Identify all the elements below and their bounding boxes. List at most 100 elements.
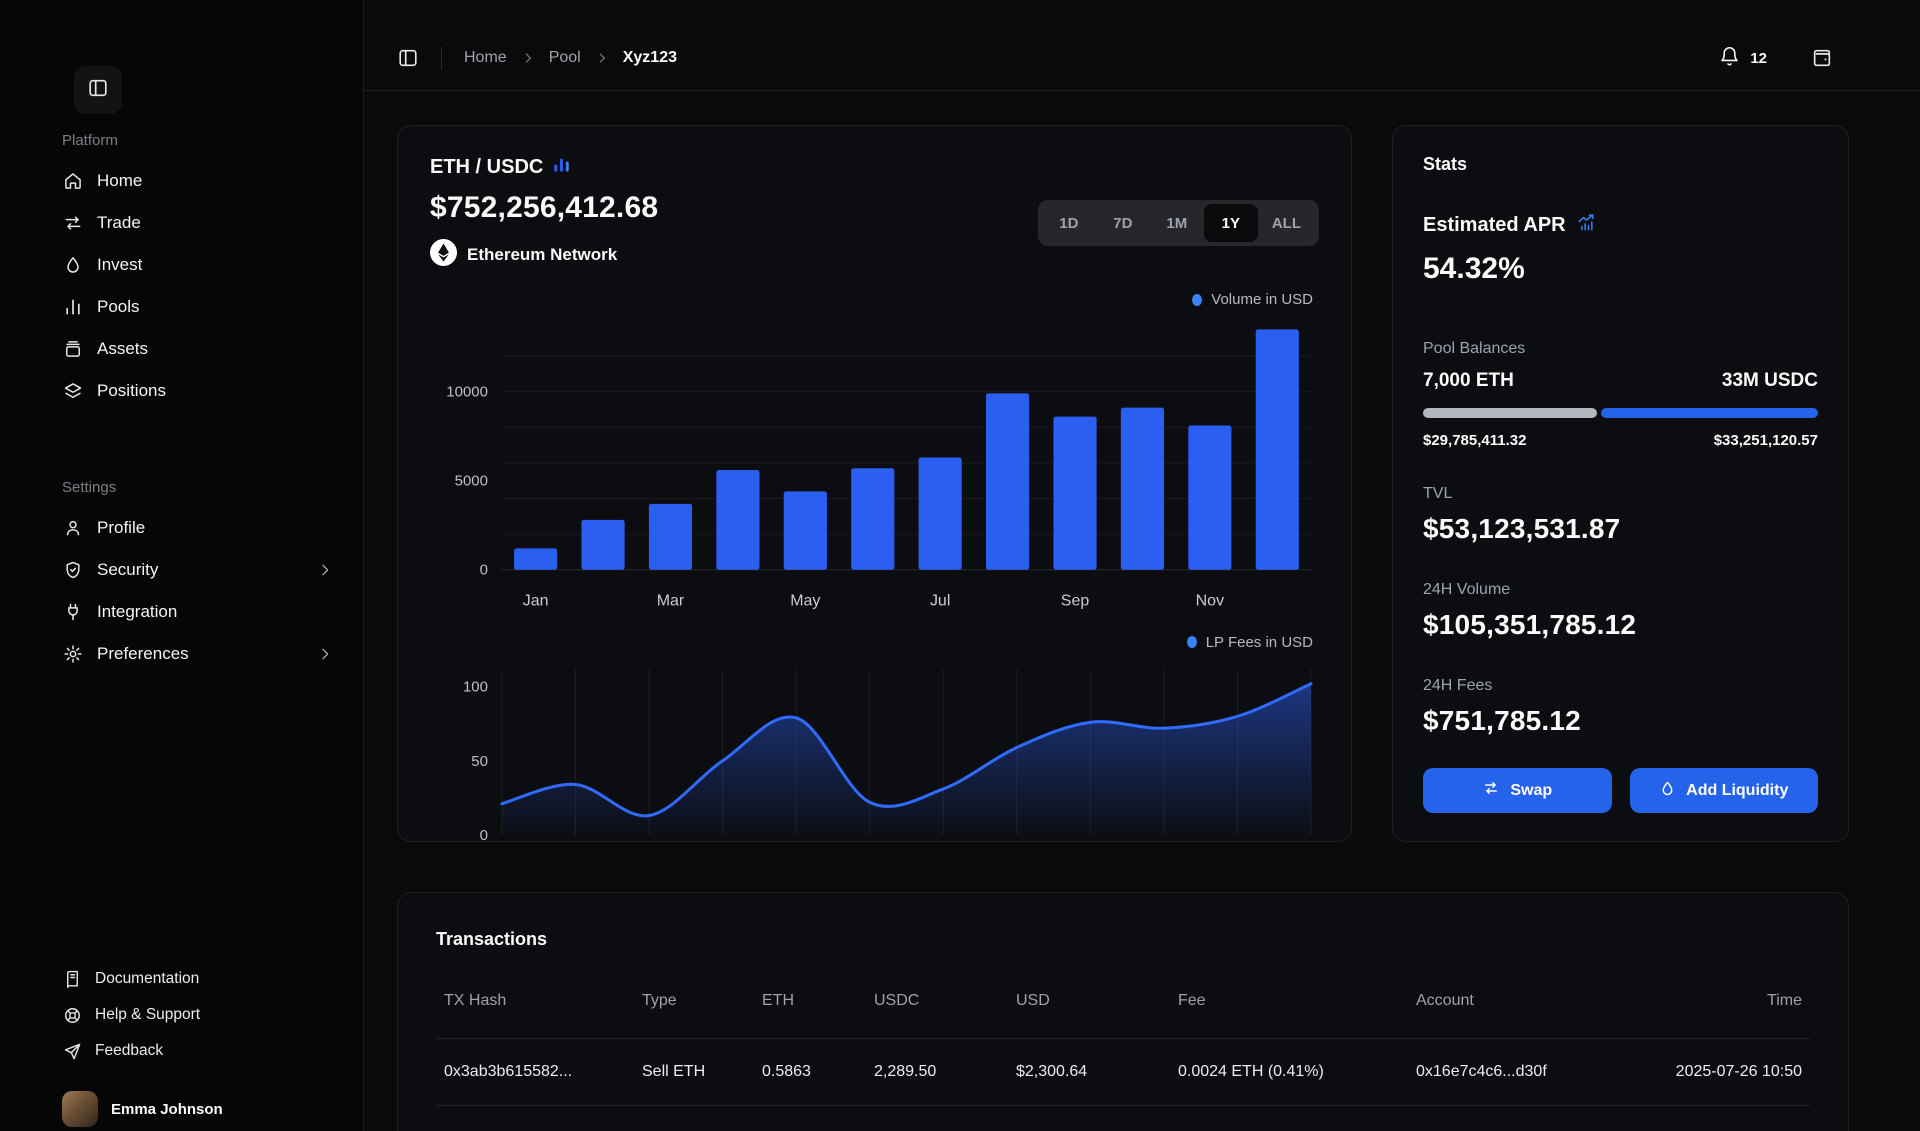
stats-card: Stats Estimated APR 54.32% Pool Balances… (1392, 125, 1849, 842)
range-1y-button[interactable]: 1Y (1204, 204, 1258, 242)
column-header-account: Account (1408, 992, 1658, 1039)
settings-nav: Profile Security Integration Preferences (62, 508, 333, 674)
svg-text:Sep: Sep (1061, 593, 1090, 610)
app-root: Platform Home Trade Invest Pools Assets (0, 0, 1920, 1131)
sidebar-item-help-support[interactable]: Help & Support (62, 997, 333, 1033)
sidebar-item-invest[interactable]: Invest (62, 245, 333, 285)
breadcrumb-home[interactable]: Home (464, 49, 507, 67)
table-cell: Sell ETH (634, 1039, 754, 1106)
user-name: Emma Johnson (111, 1101, 223, 1118)
svg-text:0: 0 (480, 562, 488, 579)
sidebar-item-positions[interactable]: Positions (62, 371, 333, 411)
chevron-right-icon (317, 646, 333, 662)
pool-balance-usdc-usd: $33,251,120.57 (1714, 432, 1818, 449)
pool-balance-ratio-bar (1423, 408, 1818, 418)
notifications-button[interactable]: 12 (1719, 46, 1767, 71)
sidebar-item-preferences[interactable]: Preferences (62, 634, 333, 674)
apr-value: 54.32% (1423, 252, 1818, 286)
sidebar-toggle-button[interactable] (397, 47, 419, 69)
page-content: ETH / USDC $752,256,412.68 Ethereum Netw… (364, 91, 1920, 1131)
table-cell: 0x432e8c40...9c0a (1408, 1106, 1658, 1131)
sidebar-item-documentation[interactable]: Documentation (62, 961, 333, 997)
topbar: Home Pool Xyz123 12 (364, 0, 1920, 91)
legend-label: LP Fees in USD (1206, 634, 1313, 651)
pool-balance-eth-usd: $29,785,411.32 (1423, 432, 1526, 449)
breadcrumb-pool[interactable]: Pool (549, 49, 581, 67)
user-menu[interactable]: Emma Johnson (62, 1091, 333, 1131)
sidebar-item-label: Home (97, 171, 142, 191)
sidebar-item-assets[interactable]: Assets (62, 329, 333, 369)
apr-label: Estimated APR (1423, 214, 1566, 237)
column-header-type: Type (634, 992, 754, 1039)
swap-button[interactable]: Swap (1423, 768, 1612, 813)
transactions-title: Transactions (436, 929, 1810, 950)
table-cell: 0.015 ETH (0.12%) (1170, 1106, 1408, 1131)
droplet-icon (62, 254, 84, 276)
tvl-label: TVL (1423, 485, 1818, 503)
table-cell: 2.5142 (754, 1106, 866, 1131)
plug-icon (62, 601, 84, 623)
svg-text:Jan: Jan (523, 593, 549, 610)
sidebar-footer: Documentation Help & Support Feedback Em… (62, 961, 333, 1131)
send-icon (62, 1041, 82, 1061)
table-row[interactable]: 0x3ab3b615582...Sell ETH0.58632,289.50$2… (436, 1039, 1810, 1106)
app-logo-button[interactable] (74, 66, 122, 114)
sidebar-item-pools[interactable]: Pools (62, 287, 333, 327)
sidebar-item-label: Assets (97, 339, 148, 359)
avatar (62, 1091, 98, 1127)
table-cell: 0.0024 ETH (0.41%) (1170, 1039, 1408, 1106)
transactions-table-body: 0x3ab3b615582...Sell ETH0.58632,289.50$2… (436, 1039, 1810, 1131)
transactions-card: Transactions TX HashTypeETHUSDCUSDFeeAcc… (397, 892, 1849, 1131)
svg-text:50: 50 (471, 752, 488, 769)
sidebar-item-feedback[interactable]: Feedback (62, 1033, 333, 1069)
lp-fees-legend: LP Fees in USD (430, 634, 1313, 651)
sidebar-item-label: Preferences (97, 644, 189, 664)
table-cell: 0x16e7c4c6...d30f (1408, 1039, 1658, 1106)
swap-button-label: Swap (1510, 782, 1552, 800)
mini-bar-chart-icon (553, 157, 570, 179)
sidebar-group-settings-label: Settings (62, 479, 333, 496)
time-range-selector: 1D 7D 1M 1Y ALL (1038, 200, 1319, 246)
sidebar-item-home[interactable]: Home (62, 161, 333, 201)
table-cell: 0x3ab3b615582... (436, 1039, 634, 1106)
sidebar-item-profile[interactable]: Profile (62, 508, 333, 548)
stats-title: Stats (1423, 154, 1818, 175)
table-cell: $2,300.64 (1008, 1039, 1170, 1106)
user-icon (62, 517, 84, 539)
range-all-button[interactable]: ALL (1258, 204, 1315, 242)
gear-icon (62, 643, 84, 665)
svg-text:0: 0 (480, 826, 488, 842)
topbar-divider (441, 47, 442, 69)
sidebar-item-label: Trade (97, 213, 141, 233)
fees-24h-value: $751,785.12 (1423, 705, 1818, 737)
sidebar-group-platform-label: Platform (62, 132, 333, 149)
sidebar-item-trade[interactable]: Trade (62, 203, 333, 243)
sidebar-item-security[interactable]: Security (62, 550, 333, 590)
archive-icon (62, 338, 84, 360)
footer-item-label: Feedback (95, 1042, 163, 1060)
chevron-right-icon (317, 562, 333, 578)
pair-title: ETH / USDC (430, 156, 543, 179)
droplet-icon (1659, 780, 1676, 802)
table-cell: 2025-07-26 10:50 (1658, 1039, 1810, 1106)
range-1d-button[interactable]: 1D (1042, 204, 1096, 242)
breadcrumb-current: Xyz123 (623, 49, 677, 67)
legend-label: Volume in USD (1211, 291, 1313, 308)
range-1m-button[interactable]: 1M (1150, 204, 1204, 242)
network-name: Ethereum Network (467, 245, 617, 265)
sidebar-item-integration[interactable]: Integration (62, 592, 333, 632)
range-7d-button[interactable]: 7D (1096, 204, 1150, 242)
trade-arrows-icon (62, 212, 84, 234)
column-header-usdc: USDC (866, 992, 1008, 1039)
legend-dot-icon (1187, 636, 1197, 648)
footer-item-label: Documentation (95, 970, 199, 988)
transactions-table-head: TX HashTypeETHUSDCUSDFeeAccountTime (436, 992, 1810, 1039)
wallet-button[interactable] (1811, 47, 1833, 69)
table-cell: Sell ETH (634, 1106, 754, 1131)
column-header-time: Time (1658, 992, 1810, 1039)
volume-legend: Volume in USD (430, 291, 1313, 308)
volume-bar-chart: 0500010000JanMarMayJulSepNov (430, 316, 1319, 614)
table-row[interactable]: 0x1e7a5c390...Sell ETH2.514212,533.60$12… (436, 1106, 1810, 1131)
table-cell: 0x1e7a5c390... (436, 1106, 634, 1131)
add-liquidity-button[interactable]: Add Liquidity (1630, 768, 1819, 813)
